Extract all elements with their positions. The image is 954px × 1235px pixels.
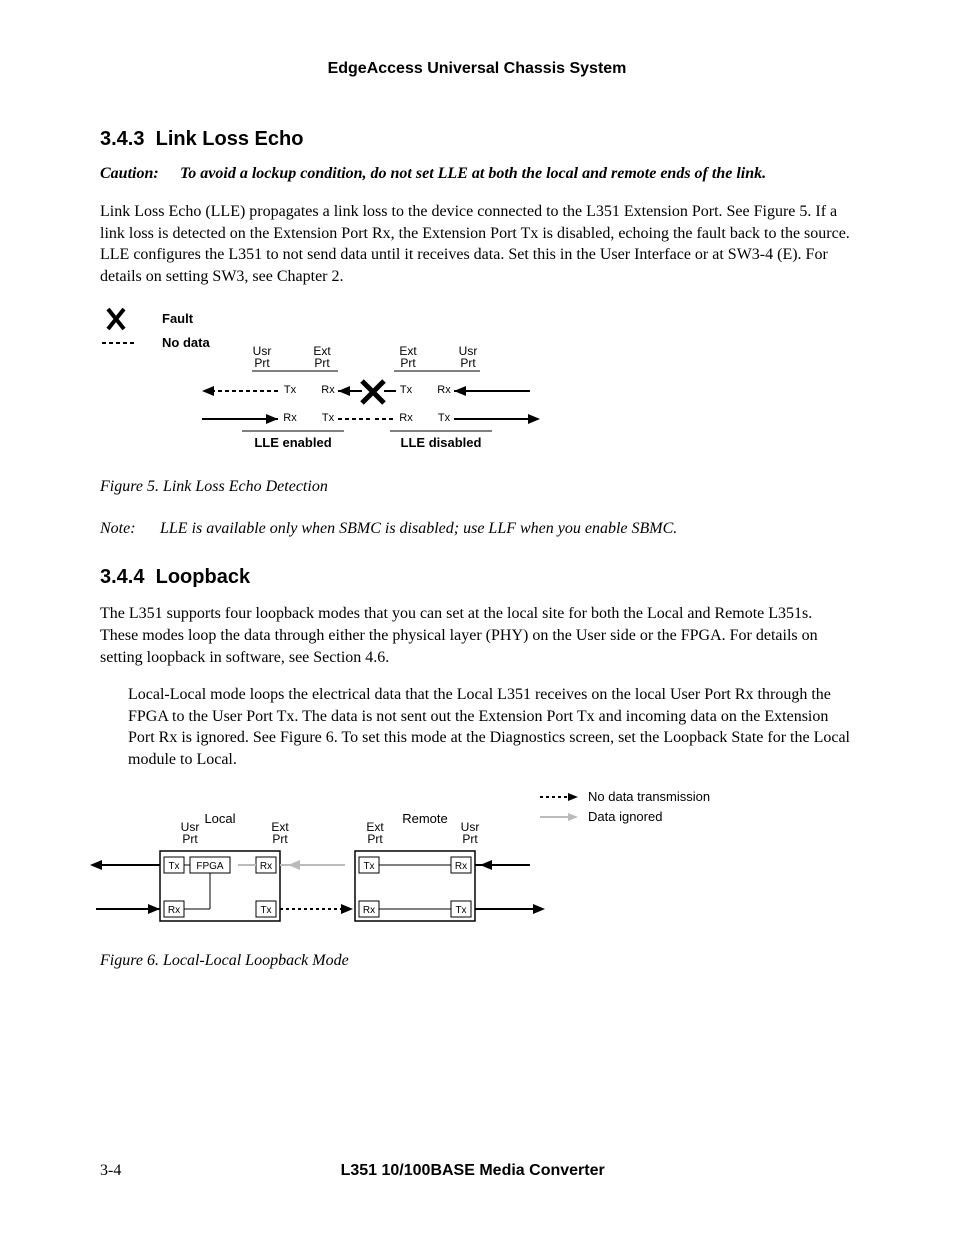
caution-text: To avoid a lockup condition, do not set … [180,165,854,183]
legend: No data transmission Data ignored [540,789,710,824]
figure-6: No data transmission Data ignored Local … [90,787,854,942]
svg-text:Tx: Tx [168,861,179,872]
svg-text:Tx: Tx [363,861,374,872]
svg-text:Tx: Tx [438,412,451,424]
svg-text:Rx: Rx [283,412,297,424]
lle-enabled-label: LLE enabled [254,435,331,450]
figure-5-caption: Figure 5. Link Loss Echo Detection [100,478,854,496]
caution-label: Caution: [100,165,180,183]
svg-text:Prt: Prt [254,356,270,370]
svg-text:FPGA: FPGA [196,861,224,872]
svg-text:Prt: Prt [182,832,198,846]
remote-device: Remote Ext Prt Usr Prt Tx Rx Rx Tx [355,811,479,921]
svg-text:Prt: Prt [367,832,383,846]
svg-text:Rx: Rx [399,412,413,424]
legend-ignored-label: Data ignored [588,809,662,824]
local-device: Local Usr Prt Ext Prt Tx FPGA Rx Rx Tx [160,811,289,921]
svg-text:Rx: Rx [168,905,180,916]
legend-fault-label: Fault [162,311,194,326]
section-number: 3.4.4 [100,566,144,588]
svg-text:Rx: Rx [260,861,272,872]
svg-text:Rx: Rx [455,861,467,872]
svg-text:Tx: Tx [260,905,271,916]
svg-text:Prt: Prt [400,356,416,370]
svg-text:Prt: Prt [462,832,478,846]
section-heading-loopback: 3.4.4 Loopback [100,566,854,589]
legend: Fault No data [102,309,210,350]
svg-text:Rx: Rx [321,384,335,396]
section-title: Link Loss Echo [156,128,304,150]
caution-block: Caution: To avoid a lockup condition, do… [100,165,854,183]
svg-text:Tx: Tx [322,412,335,424]
figure-6-svg: No data transmission Data ignored Local … [90,787,830,937]
figure-6-caption: Figure 6. Local-Local Loopback Mode [100,952,854,970]
section-number: 3.4.3 [100,128,144,150]
paragraph-indent: Local-Local mode loops the electrical da… [128,684,854,770]
svg-text:Prt: Prt [314,356,330,370]
figure-5-svg: Fault No data Usr Prt Ext Prt Ext Prt Us… [100,303,570,463]
lle-enabled-block: Tx Rx Rx Tx [202,384,370,424]
section-title: Loopback [156,566,250,588]
lle-disabled-block: Tx Rx Rx Tx [375,384,540,424]
running-header: EdgeAccess Universal Chassis System [100,60,854,78]
legend-nodata-label: No data [162,335,210,350]
svg-text:Tx: Tx [400,384,413,396]
legend-nodata-label: No data transmission [588,789,710,804]
footer-title: L351 10/100BASE Media Converter [341,1162,605,1180]
svg-text:Tx: Tx [455,905,466,916]
svg-text:Local: Local [204,811,235,826]
svg-text:Remote: Remote [402,811,448,826]
section-heading-link-loss-echo: 3.4.3 Link Loss Echo [100,128,854,151]
page-footer: 3-4 L351 10/100BASE Media Converter [100,1162,854,1180]
note-label: Note: [100,520,160,538]
paragraph: The L351 supports four loopback modes th… [100,603,854,668]
svg-text:Prt: Prt [460,356,476,370]
lle-disabled-label: LLE disabled [401,435,482,450]
svg-text:Rx: Rx [363,905,375,916]
page-number: 3-4 [100,1162,121,1180]
svg-text:Rx: Rx [437,384,451,396]
fault-icon [362,381,384,403]
svg-text:Tx: Tx [284,384,297,396]
paragraph: Link Loss Echo (LLE) propagates a link l… [100,201,854,287]
document-page: EdgeAccess Universal Chassis System 3.4.… [0,0,954,1235]
note-text: LLE is available only when SBMC is disab… [160,520,677,538]
figure-5: Fault No data Usr Prt Ext Prt Ext Prt Us… [100,303,854,468]
note-block: Note: LLE is available only when SBMC is… [100,520,854,538]
svg-text:Prt: Prt [272,832,288,846]
